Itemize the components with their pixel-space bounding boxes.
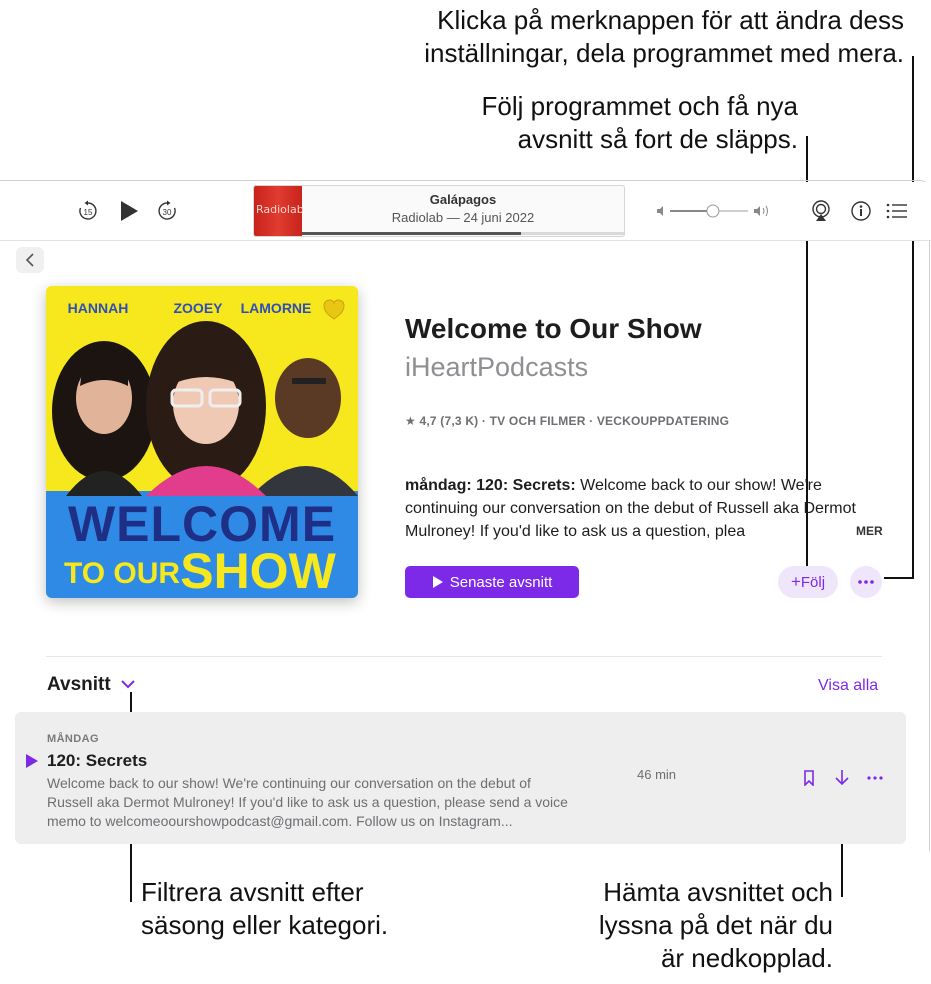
section-divider xyxy=(46,656,882,657)
volume-control[interactable] xyxy=(656,202,772,220)
skip-forward-icon: 30 xyxy=(158,200,176,220)
episode-download-button[interactable] xyxy=(834,769,850,787)
callout-line-more-horizontal xyxy=(884,577,914,579)
callout-download: Hämta avsnittet och lyssna på det när du… xyxy=(598,877,833,973)
show-title: Welcome to Our Show xyxy=(405,313,702,344)
info-button[interactable] xyxy=(850,200,872,222)
play-icon xyxy=(26,754,38,768)
now-playing-artwork: Radiolab xyxy=(254,186,304,236)
play-icon xyxy=(121,201,138,221)
volume-high-icon xyxy=(754,205,768,217)
chevron-left-icon xyxy=(25,253,34,267)
follow-button[interactable]: +Följ xyxy=(778,566,838,598)
episode-bookmark-button[interactable] xyxy=(802,770,816,787)
cover-host-3: LAMORNE xyxy=(241,300,312,316)
list-icon xyxy=(886,203,907,219)
volume-low-icon xyxy=(657,206,663,216)
callout-follow: Följ programmet och få nya avsnitt så fo… xyxy=(481,91,798,154)
episode-more-button[interactable] xyxy=(864,770,886,786)
latest-episode-label: Senaste avsnitt xyxy=(449,573,553,591)
show-more-button[interactable] xyxy=(850,566,882,598)
up-next-list-button[interactable] xyxy=(886,201,908,221)
volume-slider-knob[interactable] xyxy=(706,204,720,218)
playback-progress-bar[interactable] xyxy=(302,232,624,235)
skip-back-label: 15 xyxy=(84,208,93,217)
now-playing-display[interactable]: Radiolab Galápagos Radiolab — 24 juni 20… xyxy=(253,185,625,237)
show-all-link[interactable]: Visa alla xyxy=(818,677,878,695)
download-arrow-icon xyxy=(835,770,849,786)
callout-filter: Filtrera avsnitt efter säsong eller kate… xyxy=(141,877,389,940)
callout-more-button: Klicka på merknappen för att ändra dess … xyxy=(424,5,904,68)
skip-forward-30-button[interactable]: 30 xyxy=(156,200,178,222)
skip-back-icon: 15 xyxy=(79,200,97,220)
episodes-heading[interactable]: Avsnitt xyxy=(47,674,136,696)
ellipsis-icon xyxy=(867,776,883,780)
play-button[interactable] xyxy=(119,200,139,222)
follow-label: Följ xyxy=(800,574,826,591)
cover-title-line2a: TO OUR xyxy=(64,557,180,590)
cover-title-line2b: SHOW xyxy=(180,543,336,598)
latest-episode-button[interactable]: Senaste avsnitt xyxy=(405,566,579,598)
skip-back-15-button[interactable]: 15 xyxy=(77,200,99,222)
show-author[interactable]: iHeartPodcasts xyxy=(405,352,588,383)
bookmark-icon xyxy=(804,770,814,787)
cover-host-2: ZOOEY xyxy=(173,300,223,316)
callout-line-more-vertical xyxy=(912,56,914,578)
info-icon xyxy=(851,201,871,221)
play-icon xyxy=(432,575,443,588)
episode-description: Welcome back to our show! We're continui… xyxy=(47,775,568,829)
show-description: måndag: 120: Secrets: Welcome back to ou… xyxy=(405,474,875,543)
episode-play-button[interactable] xyxy=(25,754,39,768)
episode-date: MÅNDAG xyxy=(47,733,99,745)
show-artwork: HANNAH ZOOEY LAMORNE WELCOME TO OUR SHOW xyxy=(46,286,358,598)
airplay-icon xyxy=(812,200,830,221)
show-description-lead: måndag: 120: Secrets: xyxy=(405,477,576,494)
description-more-link[interactable]: MER xyxy=(856,524,883,538)
ellipsis-icon xyxy=(858,580,874,584)
airplay-button[interactable] xyxy=(810,200,832,222)
cover-host-1: HANNAH xyxy=(68,300,129,316)
show-meta: ★ 4,7 (7,3 K) · TV OCH FILMER · VECKOUPP… xyxy=(405,414,730,428)
now-playing-title: Galápagos xyxy=(429,192,497,207)
episode-title[interactable]: 120: Secrets xyxy=(47,751,147,771)
plus-icon: + xyxy=(790,572,801,591)
back-button[interactable] xyxy=(16,247,44,273)
episode-duration: 46 min xyxy=(637,767,677,782)
playback-progress-fill xyxy=(302,232,521,235)
now-playing-subtitle: Radiolab — 24 juni 2022 xyxy=(391,210,535,225)
skip-forward-label: 30 xyxy=(163,208,172,217)
chevron-down-icon[interactable] xyxy=(120,678,136,690)
